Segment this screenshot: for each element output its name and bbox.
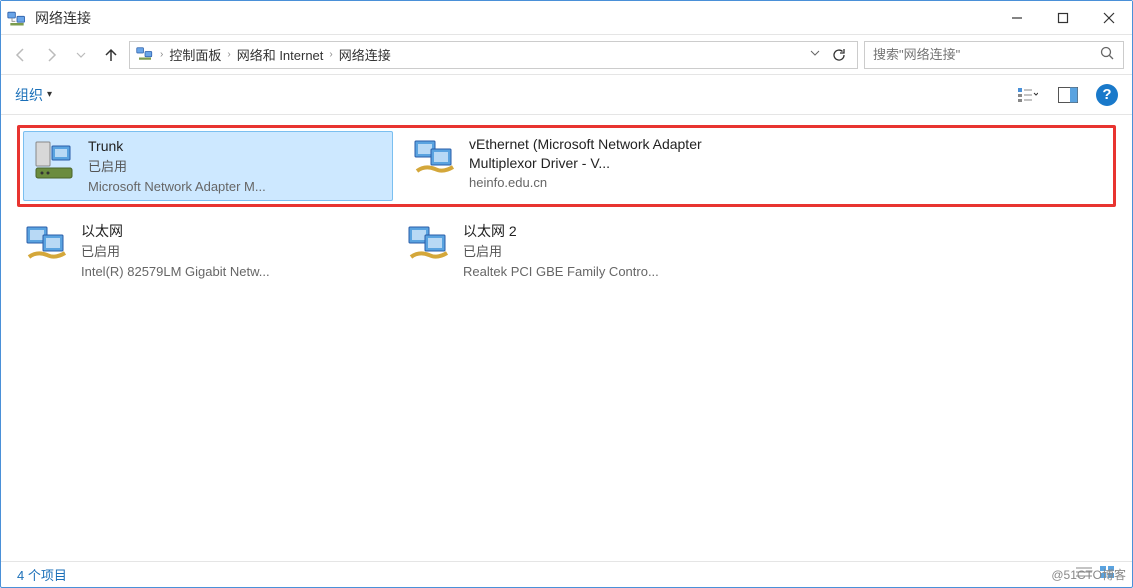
adapter-info: 以太网 2 已启用 Realtek PCI GBE Family Contro.… bbox=[463, 221, 659, 281]
adapter-status: 已启用 bbox=[81, 242, 270, 262]
server-adapter-icon bbox=[30, 136, 78, 184]
adapter-item-ethernet[interactable]: 以太网 已启用 Intel(R) 82579LM Gigabit Netw... bbox=[17, 217, 387, 285]
adapter-name: 以太网 bbox=[81, 221, 270, 242]
network-connections-icon bbox=[136, 44, 154, 65]
view-options-button[interactable] bbox=[1016, 83, 1040, 107]
preview-pane-button[interactable] bbox=[1056, 83, 1080, 107]
toolbar: 组织 ▾ ? bbox=[1, 75, 1132, 115]
explorer-window: 网络连接 › 控制面板 › 网络和 Internet › 网络连接 bbox=[0, 0, 1133, 588]
adapter-item-trunk[interactable]: Trunk 已启用 Microsoft Network Adapter M... bbox=[23, 131, 393, 201]
content-area: Trunk 已启用 Microsoft Network Adapter M...… bbox=[1, 115, 1132, 561]
status-bar: 4 个项目 bbox=[1, 561, 1132, 587]
close-button[interactable] bbox=[1086, 1, 1132, 35]
adapter-device: Microsoft Network Adapter M... bbox=[88, 177, 266, 197]
recent-dropdown[interactable] bbox=[69, 43, 93, 67]
adapter-name: Trunk bbox=[88, 136, 266, 157]
organize-button[interactable]: 组织 ▾ bbox=[15, 85, 52, 105]
adapter-row: 以太网 已启用 Intel(R) 82579LM Gigabit Netw...… bbox=[17, 217, 1116, 285]
chevron-down-icon: ▾ bbox=[47, 89, 52, 100]
back-button[interactable] bbox=[9, 43, 33, 67]
network-adapter-icon bbox=[411, 135, 459, 183]
breadcrumb-item[interactable]: 控制面板 bbox=[169, 45, 221, 64]
breadcrumb-item[interactable]: 网络连接 bbox=[339, 45, 391, 64]
adapter-info: vEthernet (Microsoft Network Adapter Mul… bbox=[469, 135, 769, 192]
minimize-button[interactable] bbox=[994, 1, 1040, 35]
window-controls bbox=[994, 1, 1132, 35]
up-button[interactable] bbox=[99, 43, 123, 67]
watermark: @51CTO博客 bbox=[1051, 566, 1126, 583]
chevron-right-icon[interactable]: › bbox=[160, 49, 163, 60]
adapter-name: vEthernet (Microsoft Network Adapter Mul… bbox=[469, 135, 769, 173]
network-connections-icon bbox=[7, 8, 27, 28]
search-box[interactable] bbox=[864, 41, 1124, 69]
adapter-item-ethernet2[interactable]: 以太网 2 已启用 Realtek PCI GBE Family Contro.… bbox=[399, 217, 769, 285]
item-count: 4 个项目 bbox=[17, 565, 67, 584]
adapter-device: Intel(R) 82579LM Gigabit Netw... bbox=[81, 262, 270, 282]
network-adapter-icon bbox=[23, 221, 71, 269]
organize-label: 组织 bbox=[15, 85, 43, 105]
search-input[interactable] bbox=[873, 47, 1099, 62]
adapter-item-vethernet[interactable]: vEthernet (Microsoft Network Adapter Mul… bbox=[405, 131, 775, 201]
chevron-right-icon[interactable]: › bbox=[329, 49, 332, 60]
nav-bar: › 控制面板 › 网络和 Internet › 网络连接 bbox=[1, 35, 1132, 75]
adapter-device: Realtek PCI GBE Family Contro... bbox=[463, 262, 659, 282]
adapter-status: 已启用 bbox=[463, 242, 659, 262]
adapter-device: heinfo.edu.cn bbox=[469, 173, 769, 193]
breadcrumb-item[interactable]: 网络和 Internet bbox=[237, 45, 324, 64]
maximize-button[interactable] bbox=[1040, 1, 1086, 35]
adapter-info: Trunk 已启用 Microsoft Network Adapter M... bbox=[88, 136, 266, 196]
adapter-status: 已启用 bbox=[88, 157, 266, 177]
search-icon[interactable] bbox=[1099, 45, 1115, 64]
adapter-info: 以太网 已启用 Intel(R) 82579LM Gigabit Netw... bbox=[81, 221, 270, 281]
address-dropdown-icon[interactable] bbox=[809, 47, 821, 62]
help-button[interactable]: ? bbox=[1096, 84, 1118, 106]
network-adapter-icon bbox=[405, 221, 453, 269]
highlighted-row: Trunk 已启用 Microsoft Network Adapter M...… bbox=[17, 125, 1116, 207]
address-bar[interactable]: › 控制面板 › 网络和 Internet › 网络连接 bbox=[129, 41, 858, 69]
forward-button[interactable] bbox=[39, 43, 63, 67]
adapter-name: 以太网 2 bbox=[463, 221, 659, 242]
window-title: 网络连接 bbox=[35, 8, 994, 28]
refresh-button[interactable] bbox=[827, 47, 851, 63]
title-bar: 网络连接 bbox=[1, 1, 1132, 35]
chevron-right-icon[interactable]: › bbox=[227, 49, 230, 60]
